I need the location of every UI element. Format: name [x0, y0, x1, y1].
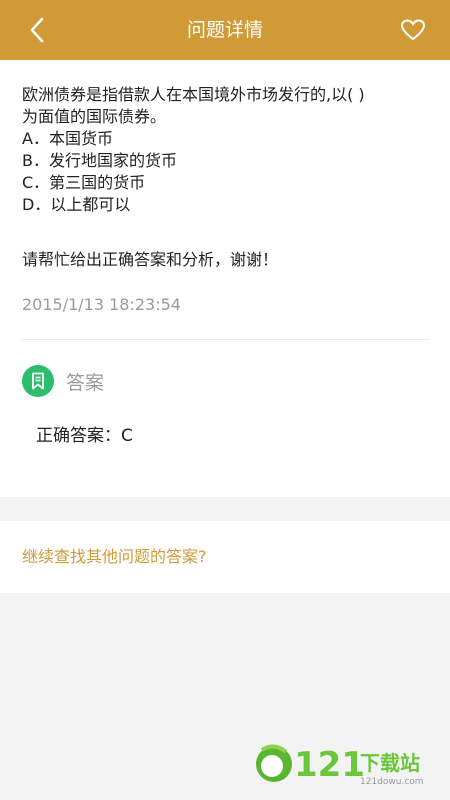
svg-text:121: 121 — [294, 745, 365, 785]
svg-text:下载站: 下载站 — [360, 751, 420, 775]
top-bar: 问题详情 — [0, 0, 450, 60]
svg-text:121dowu.com: 121dowu.com — [360, 777, 424, 787]
question-card: 欧洲债券是指借款人在本国境外市场发行的,以( ) 为面值的国际债券。 A．本国货… — [0, 60, 450, 497]
more-questions-card[interactable]: 继续查找其他问题的答案? — [0, 521, 450, 593]
bookmark-icon — [22, 365, 54, 397]
correct-answer: 正确答案：C — [36, 426, 133, 446]
option-a: A．本国货币 — [22, 129, 113, 148]
favorite-button[interactable] — [398, 15, 428, 45]
question-line: 欧洲债券是指借款人在本国境外市场发行的,以( ) — [22, 85, 365, 104]
divider — [22, 339, 430, 340]
option-c: C．第三国的货币 — [22, 173, 146, 192]
question-line: 为面值的国际债券。 — [22, 107, 167, 126]
heart-outline-icon — [401, 19, 425, 41]
question-text: 欧洲债券是指借款人在本国境外市场发行的,以( ) 为面值的国际债券。 A．本国货… — [22, 84, 430, 216]
answer-header: 答案 — [22, 365, 104, 397]
find-more-answers-link[interactable]: 继续查找其他问题的答案? — [22, 521, 207, 593]
site-watermark-logo: 121 下载站 121dowu.com — [252, 740, 442, 788]
question-timestamp: 2015/1/13 18:23:54 — [22, 295, 181, 314]
page-title: 问题详情 — [186, 19, 263, 41]
option-d: D．以上都可以 — [22, 195, 131, 214]
question-request: 请帮忙给出正确答案和分析，谢谢！ — [22, 250, 279, 269]
answer-label: 答案 — [66, 371, 105, 394]
option-b: B．发行地国家的货币 — [22, 151, 177, 170]
